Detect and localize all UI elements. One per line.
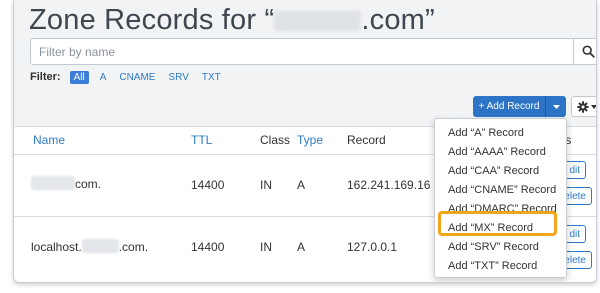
page-title: Zone Records for “ .com” (29, 4, 435, 37)
search-icon (582, 45, 595, 58)
column-header-record: Record (347, 133, 386, 147)
row-name: com. (31, 176, 101, 191)
caret-down-icon (552, 104, 560, 109)
column-header-class: Class (260, 133, 291, 147)
row-name: localhost. .com. (31, 239, 149, 254)
filter-chip-txt[interactable]: TXT (202, 72, 221, 83)
row-type: A (297, 178, 306, 192)
filter-label: Filter: (30, 71, 61, 83)
add-record-button-group: + Add Record (473, 96, 566, 117)
filter-chip-srv[interactable]: SRV (168, 72, 188, 83)
menu-item-add-srv[interactable]: Add “SRV” Record (435, 238, 566, 257)
filter-chip-all[interactable]: All (69, 70, 89, 84)
column-header-name[interactable]: Name (33, 133, 65, 147)
row-class: IN (260, 178, 272, 192)
row-type: A (297, 240, 306, 254)
zone-records-panel: Zone Records for “ .com” Filter: All A CN… (13, 0, 597, 283)
redacted-domain (31, 176, 75, 190)
title-prefix: Zone Records for “ (29, 4, 275, 36)
add-record-dropdown-toggle[interactable] (545, 96, 566, 117)
settings-button[interactable] (571, 96, 596, 117)
menu-item-add-cname[interactable]: Add “CNAME” Record (435, 181, 566, 200)
mx-record-highlight (438, 211, 557, 236)
title-suffix: .com” (361, 4, 435, 36)
row-record: 162.241.169.16 (347, 178, 431, 192)
menu-item-add-a[interactable]: Add “A” Record (435, 124, 566, 143)
gear-icon (576, 100, 589, 113)
menu-item-add-caa[interactable]: Add “CAA” Record (435, 162, 566, 181)
redacted-domain (274, 11, 362, 31)
column-header-ttl[interactable]: TTL (191, 133, 212, 147)
menu-item-add-txt[interactable]: Add “TXT” Record (435, 257, 566, 276)
search-box (30, 38, 596, 65)
filter-bar: Filter: All A CNAME SRV TXT (30, 70, 234, 84)
row-ttl: 14400 (191, 178, 225, 192)
search-input[interactable] (31, 39, 573, 64)
add-record-menu: Add “A” Record Add “AAAA” Record Add “CA… (434, 118, 567, 278)
row-record: 127.0.0.1 (347, 240, 398, 254)
add-record-button[interactable]: + Add Record (473, 96, 545, 117)
search-button[interactable] (573, 39, 596, 64)
filter-chip-a[interactable]: A (100, 72, 107, 83)
filter-chip-cname[interactable]: CNAME (119, 72, 155, 83)
menu-item-add-aaaa[interactable]: Add “AAAA” Record (435, 143, 566, 162)
row-ttl: 14400 (191, 240, 225, 254)
row-class: IN (260, 240, 272, 254)
caret-down-icon (590, 104, 596, 109)
redacted-domain (81, 239, 119, 253)
column-header-type[interactable]: Type (297, 133, 323, 147)
